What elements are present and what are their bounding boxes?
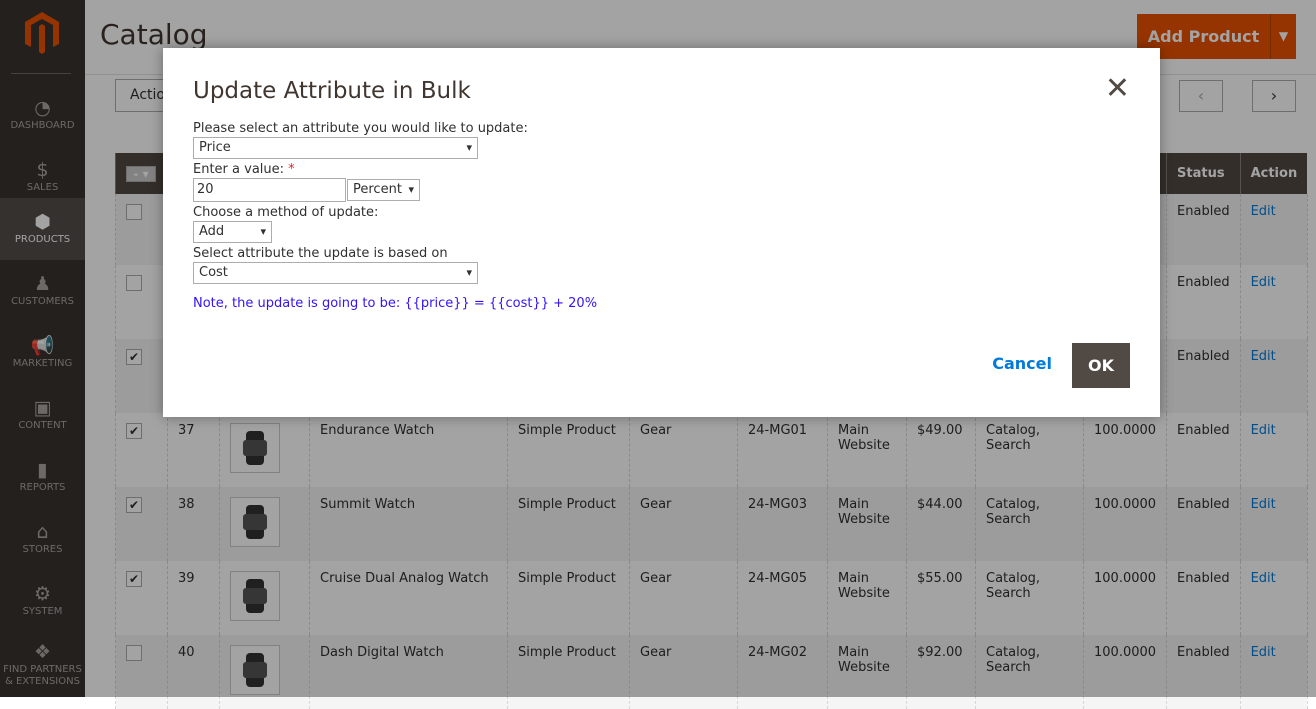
modal-title: Update Attribute in Bulk <box>193 78 471 104</box>
based-on-select[interactable]: Cost <box>193 262 478 284</box>
cancel-button[interactable]: Cancel <box>992 354 1052 373</box>
attribute-select[interactable]: Price <box>193 137 478 159</box>
ok-button[interactable]: OK <box>1072 343 1130 388</box>
value-label: Enter a value: <box>193 162 285 177</box>
update-note: Note, the update is going to be: {{price… <box>193 296 598 311</box>
unit-select[interactable]: Percent <box>347 179 420 201</box>
update-attribute-modal: Update Attribute in Bulk ✕ Please select… <box>163 48 1160 417</box>
required-marker: * <box>288 162 295 177</box>
based-on-label: Select attribute the update is based on <box>193 246 448 261</box>
method-select[interactable]: Add <box>193 221 272 243</box>
attribute-label: Please select an attribute you would lik… <box>193 121 528 136</box>
method-label: Choose a method of update: <box>193 205 379 220</box>
close-icon[interactable]: ✕ <box>1105 74 1130 104</box>
value-input[interactable]: 20 <box>193 178 346 202</box>
